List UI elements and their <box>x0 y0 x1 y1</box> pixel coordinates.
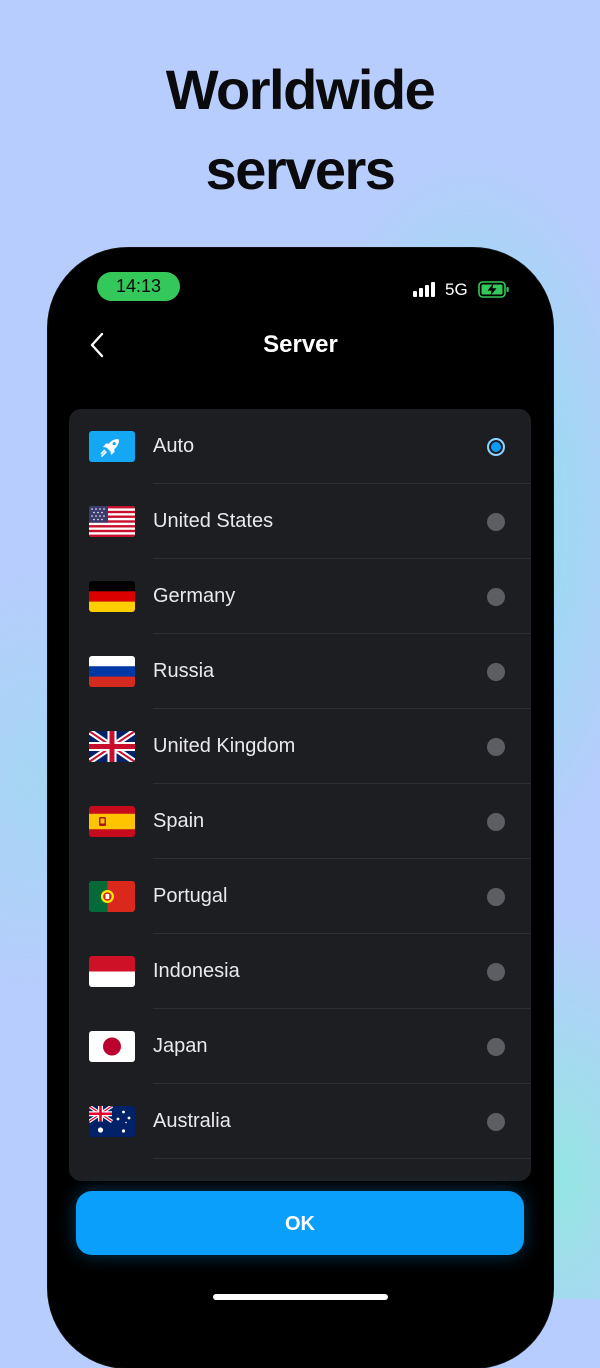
server-row-united-kingdom[interactable]: United Kingdom <box>69 709 531 784</box>
flag-gb-icon <box>89 731 135 762</box>
home-indicator <box>213 1294 388 1300</box>
radio-unselected[interactable] <box>487 1038 505 1056</box>
server-row-germany[interactable]: Germany <box>69 559 531 634</box>
radio-unselected[interactable] <box>487 963 505 981</box>
server-row-indonesia[interactable]: Indonesia <box>69 934 531 1009</box>
radio-unselected[interactable] <box>487 588 505 606</box>
server-label: Australia <box>153 1110 231 1132</box>
network-label: 5G <box>445 280 468 299</box>
flag-jp-icon <box>89 1031 135 1062</box>
radio-unselected[interactable] <box>487 513 505 531</box>
radio-unselected[interactable] <box>487 663 505 681</box>
ok-button[interactable]: OK <box>76 1191 524 1255</box>
radio-unselected[interactable] <box>487 813 505 831</box>
server-list: Auto United States Germany Russia United… <box>69 409 531 1181</box>
server-row-united-states[interactable]: United States <box>69 484 531 559</box>
server-label: United States <box>153 510 274 532</box>
divider <box>153 1158 531 1159</box>
rocket-icon <box>89 431 135 462</box>
server-label: Indonesia <box>153 960 240 982</box>
server-row-auto[interactable]: Auto <box>69 409 531 484</box>
server-label: Russia <box>153 660 215 682</box>
phone-frame: 14:13 5G Server Auto United States Germa… <box>48 248 553 1368</box>
flag-id-icon <box>89 956 135 987</box>
server-row-portugal[interactable]: Portugal <box>69 859 531 934</box>
signal-bars-icon <box>413 281 439 297</box>
server-label: Germany <box>153 585 236 607</box>
server-label: Spain <box>153 810 205 832</box>
flag-pt-icon <box>89 881 135 912</box>
status-time: 14:13 <box>97 272 180 301</box>
flag-de-icon <box>89 581 135 612</box>
page-title: Server <box>263 331 338 358</box>
server-label: Portugal <box>153 885 228 907</box>
battery-charging-icon <box>478 281 510 298</box>
headline-line-2: servers <box>205 138 396 201</box>
server-label: Auto <box>153 435 195 457</box>
server-row-japan[interactable]: Japan <box>69 1009 531 1084</box>
headline-line-1: Worldwide <box>165 58 436 121</box>
server-row-australia[interactable]: Australia <box>69 1084 531 1159</box>
server-row-spain[interactable]: Spain <box>69 784 531 859</box>
server-label: Japan <box>153 1035 208 1057</box>
flag-ru-icon <box>89 656 135 687</box>
headline: Worldwide servers <box>0 50 600 210</box>
radio-unselected[interactable] <box>487 738 505 756</box>
flag-us-icon <box>89 506 135 537</box>
flag-es-icon <box>89 806 135 837</box>
flag-au-icon <box>89 1106 135 1137</box>
server-label: United Kingdom <box>153 735 296 757</box>
server-row-russia[interactable]: Russia <box>69 634 531 709</box>
radio-selected[interactable] <box>487 438 505 456</box>
radio-unselected[interactable] <box>487 1113 505 1131</box>
radio-unselected[interactable] <box>487 888 505 906</box>
